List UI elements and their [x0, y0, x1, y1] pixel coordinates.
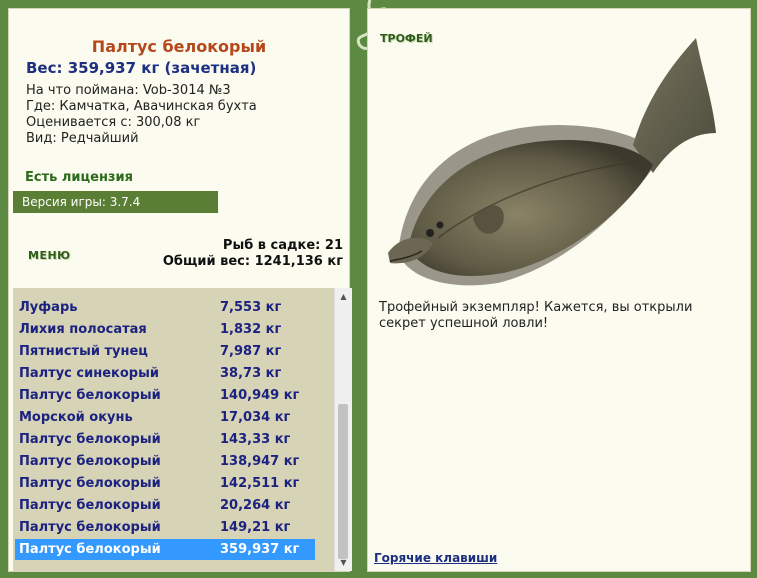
- hotkeys-link[interactable]: Горячие клавиши: [374, 551, 497, 565]
- total-weight: Общий вес: 1241,136 кг: [162, 254, 343, 269]
- fish-rarity: Вид: Редчайший: [26, 131, 139, 146]
- trophy-panel: ТРОФЕЙ Трофейный экземпляр! Кажется, вы …: [367, 8, 751, 572]
- catch-row-name: Палтус белокорый: [19, 454, 161, 469]
- fish-price: Оценивается с: 300,08 кг: [26, 115, 201, 130]
- catch-row-name: Лихия полосатая: [19, 322, 147, 337]
- menu-button[interactable]: МЕНЮ: [28, 249, 71, 262]
- fish-title: Палтус белокорый: [91, 37, 267, 56]
- trophy-label: ТРОФЕЙ: [380, 32, 433, 45]
- trophy-text: Трофейный экземпляр! Кажется, вы открыли…: [379, 300, 693, 331]
- catch-row-name: Палтус белокорый: [19, 520, 161, 535]
- catch-row[interactable]: Лихия полосатая 1,832 кг: [15, 319, 315, 340]
- catch-row[interactable]: Пятнистый тунец 7,987 кг: [15, 341, 315, 362]
- fish-count: Рыб в садке: 21: [222, 238, 343, 253]
- fish-bait: На что поймана: Vob-3014 №3: [26, 83, 231, 98]
- catch-row-name: Палтус белокорый: [19, 432, 161, 447]
- version-bar: Версия игры: 3.7.4: [13, 191, 218, 213]
- catch-list[interactable]: ▲ ▼ Луфарь 7,553 кг Лихия полосатая 1,832 к…: [13, 288, 352, 571]
- catch-row-name: Морской окунь: [19, 410, 133, 425]
- catch-row[interactable]: Палтус белокорый 359,937 кг: [15, 539, 315, 560]
- fish-location: Где: Камчатка, Авачинская бухта: [26, 99, 257, 114]
- halibut-image: [388, 38, 716, 286]
- scroll-down-icon[interactable]: ▼: [335, 554, 352, 571]
- catch-row-name: Палтус белокорый: [19, 498, 161, 513]
- fish-info-panel: Палтус белокорый Вес: 359,937 кг (зачетн…: [8, 8, 352, 572]
- catch-row[interactable]: Луфарь 7,553 кг: [15, 297, 315, 318]
- catch-row-name: Палтус белокорый: [19, 476, 161, 491]
- catch-row-weight: 7,987 кг: [220, 344, 282, 359]
- catch-row-name: Пятнистый тунец: [19, 344, 148, 359]
- catch-row-weight: 138,947 кг: [220, 454, 300, 469]
- scroll-thumb[interactable]: [338, 404, 348, 559]
- catch-row[interactable]: Палтус белокорый 20,264 кг: [15, 495, 315, 516]
- catch-stats: Рыб в садке: 21 Общий вес: 1241,136 кг: [163, 238, 343, 270]
- catch-row-name: Палтус белокорый: [19, 388, 161, 403]
- catch-row-weight: 143,33 кг: [220, 432, 291, 447]
- catch-row-name: Палтус синекорый: [19, 366, 159, 381]
- catch-row-weight: 142,511 кг: [220, 476, 300, 491]
- catch-row-weight: 7,553 кг: [220, 300, 282, 315]
- catch-row-weight: 149,21 кг: [220, 520, 291, 535]
- catch-row-name: Палтус белокорый: [19, 542, 161, 557]
- catch-row-weight: 359,937 кг: [220, 542, 300, 557]
- scroll-up-icon[interactable]: ▲: [335, 288, 352, 305]
- catch-row-weight: 38,73 кг: [220, 366, 282, 381]
- catch-row[interactable]: Морской окунь 17,034 кг: [15, 407, 315, 428]
- catch-row-weight: 1,832 кг: [220, 322, 282, 337]
- catch-row-name: Луфарь: [19, 300, 78, 315]
- catch-row[interactable]: Палтус синекорый 38,73 кг: [15, 363, 315, 384]
- catch-row-weight: 20,264 кг: [220, 498, 291, 513]
- catch-row[interactable]: Палтус белокорый 149,21 кг: [15, 517, 315, 538]
- license-status: Есть лицензия: [25, 170, 133, 185]
- catch-row[interactable]: Палтус белокорый 140,949 кг: [15, 385, 315, 406]
- catch-row-weight: 17,034 кг: [220, 410, 291, 425]
- catch-row-weight: 140,949 кг: [220, 388, 300, 403]
- fish-weight: Вес: 359,937 кг (зачетная): [26, 59, 257, 77]
- catch-row[interactable]: Палтус белокорый 138,947 кг: [15, 451, 315, 472]
- catch-row[interactable]: Палтус белокорый 143,33 кг: [15, 429, 315, 450]
- catch-list-scrollbar[interactable]: ▲ ▼: [334, 288, 352, 571]
- catch-row[interactable]: Палтус белокорый 142,511 кг: [15, 473, 315, 494]
